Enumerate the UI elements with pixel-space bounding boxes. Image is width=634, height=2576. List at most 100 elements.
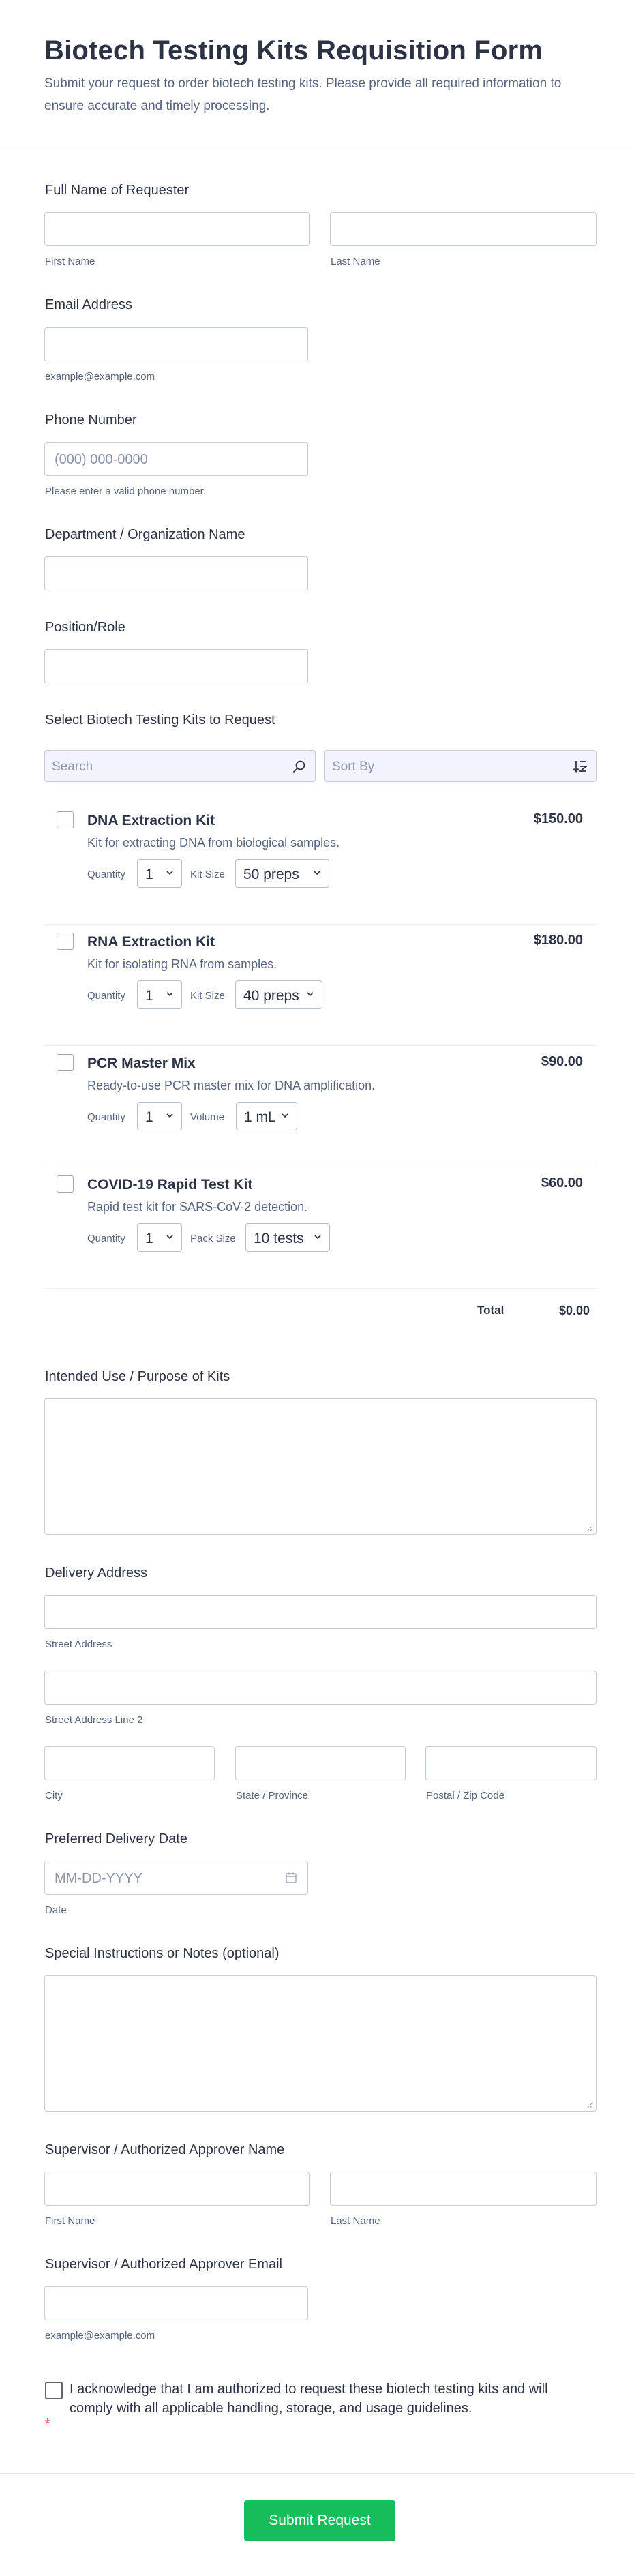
product-checkbox[interactable] (57, 933, 74, 950)
product-description: Rapid test kit for SARS-CoV-2 detection. (87, 1200, 308, 1214)
pack-size-select[interactable]: 10 tests (245, 1223, 330, 1252)
supervisor-name-label: Supervisor / Authorized Approver Name (45, 2142, 285, 2157)
product-search-input[interactable]: Search (44, 750, 316, 782)
acknowledgement-checkbox[interactable] (45, 2382, 63, 2399)
quantity-value: 1 (145, 1109, 153, 1125)
city-input[interactable] (44, 1746, 215, 1780)
supervisor-email-sublabel: example@example.com (45, 2330, 155, 2341)
quantity-label: Quantity (87, 869, 125, 880)
chevron-down-icon (307, 992, 314, 997)
street-address-line2-sublabel: Street Address Line 2 (45, 1714, 143, 1726)
requester-first-name-input[interactable] (44, 212, 310, 246)
product-name: COVID-19 Rapid Test Kit (87, 1177, 253, 1193)
product-item-pcr-master-mix: PCR Master Mix $90.00 Ready-to-use PCR m… (44, 1046, 597, 1167)
product-item-covid-19-rapid-test-kit: COVID-19 Rapid Test Kit $60.00 Rapid tes… (44, 1167, 597, 1289)
notes-textarea[interactable] (44, 1975, 597, 2112)
requester-last-name-sublabel: Last Name (331, 256, 380, 267)
product-checkbox[interactable] (57, 1175, 74, 1193)
product-item-dna-extraction-kit: DNA Extraction Kit $150.00 Kit for extra… (44, 803, 597, 925)
supervisor-first-name-sublabel: First Name (45, 2215, 95, 2227)
product-name: PCR Master Mix (87, 1055, 196, 1071)
product-price: $180.00 (533, 933, 583, 948)
product-description: Kit for extracting DNA from biological s… (87, 836, 340, 850)
search-icon (293, 760, 305, 773)
supervisor-last-name-input[interactable] (330, 2172, 597, 2206)
resize-grip-icon[interactable] (586, 2101, 593, 2108)
product-sort-placeholder: Sort By (332, 760, 375, 774)
phone-sublabel: Please enter a valid phone number. (45, 485, 206, 497)
state-sublabel: State / Province (236, 1790, 308, 1801)
supervisor-first-name-input[interactable] (44, 2172, 310, 2206)
chevron-down-icon (314, 871, 320, 875)
phone-label: Phone Number (45, 413, 137, 428)
purpose-textarea[interactable] (44, 1398, 597, 1535)
chevron-down-icon (166, 871, 173, 875)
total-label: Total (477, 1304, 504, 1317)
option-value: 40 preps (243, 988, 299, 1004)
product-search-placeholder: Search (52, 760, 93, 774)
street-address-sublabel: Street Address (45, 1638, 112, 1650)
city-sublabel: City (45, 1790, 63, 1801)
form-title: Biotech Testing Kits Requisition Form (44, 35, 543, 65)
quantity-label: Quantity (87, 1233, 125, 1244)
chevron-down-icon (166, 1235, 173, 1240)
supervisor-email-input[interactable] (44, 2286, 308, 2320)
option-value: 50 preps (243, 867, 299, 882)
chevron-down-icon (166, 992, 173, 997)
quantity-select[interactable]: 1 (137, 1102, 182, 1130)
quantity-label: Quantity (87, 1111, 125, 1123)
kit-size-select[interactable]: 50 preps (235, 859, 329, 888)
kits-label: Select Biotech Testing Kits to Request (45, 713, 275, 728)
street-address-line2-input[interactable] (44, 1671, 597, 1705)
state-input[interactable] (235, 1746, 406, 1780)
product-description: Ready-to-use PCR master mix for DNA ampl… (87, 1079, 376, 1092)
street-address-input[interactable] (44, 1595, 597, 1629)
option-label: Kit Size (190, 990, 225, 1002)
email-input[interactable] (44, 327, 308, 361)
email-label: Email Address (45, 297, 132, 312)
option-label: Pack Size (190, 1233, 236, 1244)
delivery-date-sublabel: Date (45, 1904, 67, 1916)
option-value: 10 tests (254, 1231, 304, 1246)
required-asterisk: * (45, 2416, 50, 2431)
option-value: 1 mL (244, 1109, 276, 1125)
quantity-select[interactable]: 1 (137, 1223, 182, 1252)
product-price: $90.00 (541, 1054, 583, 1069)
product-sort-select[interactable]: Sort By (324, 750, 597, 782)
supervisor-email-label: Supervisor / Authorized Approver Email (45, 2257, 282, 2272)
chevron-down-icon (282, 1113, 288, 1118)
volume-select[interactable]: 1 mL (236, 1102, 297, 1130)
requester-first-name-sublabel: First Name (45, 256, 95, 267)
quantity-value: 1 (145, 988, 153, 1004)
phone-input[interactable]: (000) 000-0000 (44, 442, 308, 476)
purpose-label: Intended Use / Purpose of Kits (45, 1369, 230, 1384)
quantity-select[interactable]: 1 (137, 980, 182, 1009)
option-label: Volume (190, 1111, 225, 1123)
product-item-rna-extraction-kit: RNA Extraction Kit $180.00 Kit for isola… (44, 925, 597, 1046)
delivery-date-label: Preferred Delivery Date (45, 1831, 187, 1846)
quantity-value: 1 (145, 867, 153, 882)
phone-placeholder: (000) 000-0000 (55, 452, 148, 467)
product-name: DNA Extraction Kit (87, 813, 215, 828)
product-checkbox[interactable] (57, 811, 74, 828)
product-name: RNA Extraction Kit (87, 934, 215, 950)
calendar-icon[interactable] (284, 1871, 298, 1885)
zip-input[interactable] (425, 1746, 597, 1780)
requester-last-name-input[interactable] (330, 212, 597, 246)
product-price: $150.00 (533, 811, 583, 826)
delivery-date-input[interactable]: MM-DD-YYYY (44, 1861, 308, 1895)
quantity-label: Quantity (87, 990, 125, 1002)
address-label: Delivery Address (45, 1566, 148, 1581)
product-checkbox[interactable] (57, 1054, 74, 1071)
product-description: Kit for isolating RNA from samples. (87, 957, 277, 971)
position-input[interactable] (44, 649, 308, 683)
acknowledgement-text: I acknowledge that I am authorized to re… (70, 2382, 548, 2416)
department-input[interactable] (44, 556, 308, 590)
kit-size-select[interactable]: 40 preps (235, 980, 322, 1009)
resize-grip-icon[interactable] (586, 1525, 593, 1531)
requester-name-label: Full Name of Requester (45, 183, 190, 198)
form-header: Biotech Testing Kits Requisition Form Su… (0, 0, 634, 151)
submit-button[interactable]: Submit Request (244, 2500, 395, 2541)
quantity-select[interactable]: 1 (137, 859, 182, 888)
chevron-down-icon (314, 1235, 321, 1240)
